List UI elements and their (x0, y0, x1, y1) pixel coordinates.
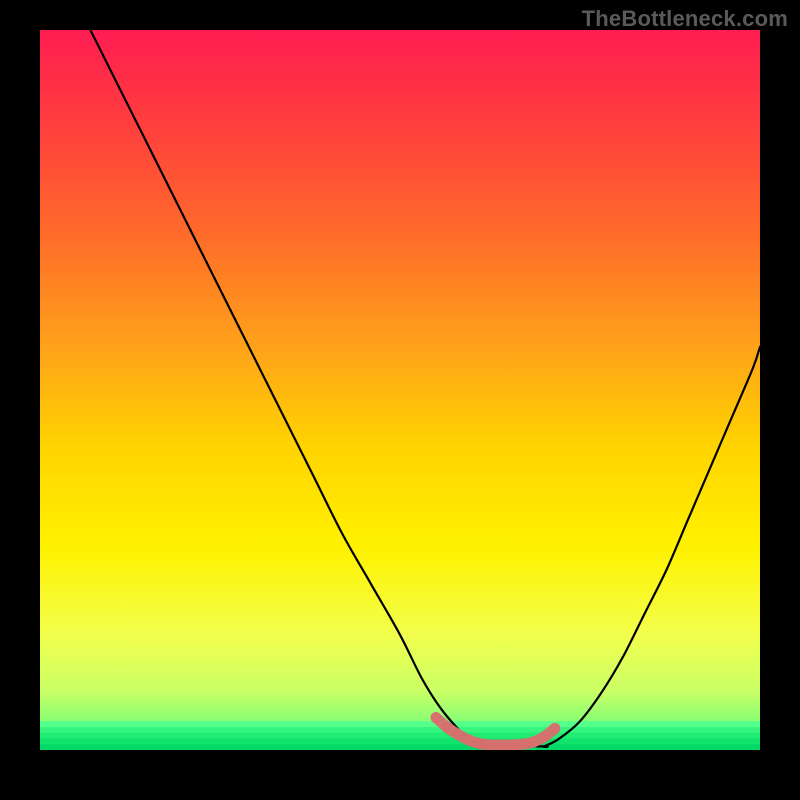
marker-dot (539, 732, 550, 743)
marker-dot (485, 739, 496, 750)
marker-dot (549, 723, 560, 734)
marker-dot (517, 739, 528, 750)
watermark-text: TheBottleneck.com (582, 6, 788, 32)
gradient-background (40, 30, 760, 750)
green-band (40, 721, 760, 750)
marker-dot (463, 734, 474, 745)
chart-frame: TheBottleneck.com (0, 0, 800, 800)
marker-dot (495, 739, 506, 750)
marker-dot (528, 737, 539, 748)
plot-area (40, 30, 760, 750)
marker-dot (441, 721, 452, 732)
marker-dot (452, 729, 463, 740)
marker-dot (474, 738, 485, 749)
bottleneck-chart (40, 30, 760, 750)
marker-dot (506, 739, 517, 750)
marker-dot (431, 712, 442, 723)
